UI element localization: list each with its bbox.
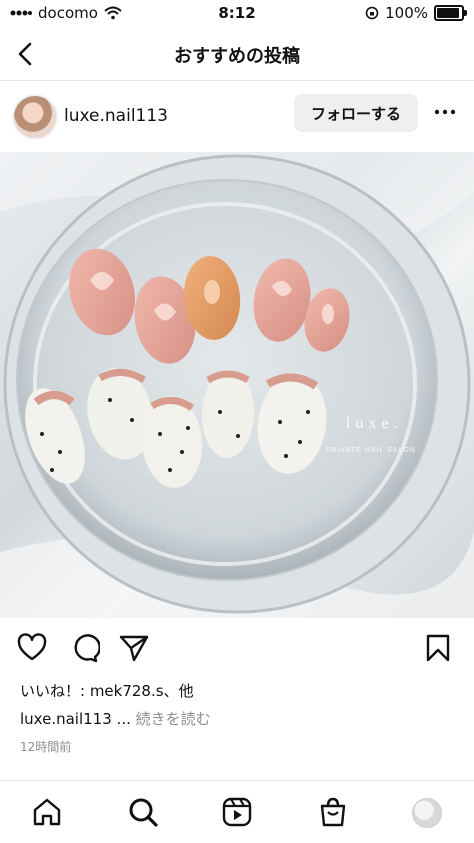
post-actions <box>0 630 474 670</box>
share-button[interactable] <box>118 632 150 664</box>
rotation-lock-icon <box>365 6 379 20</box>
home-icon <box>33 798 61 826</box>
follow-button[interactable]: フォローする <box>294 94 418 132</box>
like-button[interactable] <box>16 632 48 664</box>
likes-text[interactable]: いいね！: mek728.s、他 <box>20 680 194 701</box>
post-photo[interactable]: luxe. PRIVATE NAIL SALON <box>0 152 474 618</box>
send-icon <box>119 635 149 662</box>
bottom-tab-bar <box>0 780 474 843</box>
shop-icon <box>320 797 346 827</box>
ellipsis-icon <box>434 109 456 115</box>
tab-profile[interactable] <box>412 798 446 832</box>
page-title: おすすめの投稿 <box>174 46 300 67</box>
battery-fill <box>437 8 459 18</box>
avatar[interactable] <box>12 94 58 140</box>
caption-ellipsis: ... <box>116 710 131 728</box>
navigation-bar: おすすめの投稿 <box>0 28 474 81</box>
more-options-button[interactable] <box>430 100 460 124</box>
photo-watermark: luxe. <box>346 415 403 432</box>
heart-icon <box>17 633 47 661</box>
tab-home[interactable] <box>30 795 64 829</box>
caption: luxe.nail113 ... 続きを読む <box>20 708 211 729</box>
post-timestamp: 12時間前 <box>20 740 72 754</box>
reels-icon <box>222 797 252 827</box>
nail-photo-illustration: luxe. PRIVATE NAIL SALON <box>0 152 474 618</box>
post-username[interactable]: luxe.nail113 <box>64 106 168 126</box>
post-header: luxe.nail113 フォローする <box>0 88 474 144</box>
tab-shop[interactable] <box>316 795 350 829</box>
comment-button[interactable] <box>68 632 101 664</box>
comment-icon <box>74 634 101 663</box>
status-right: 100% <box>365 4 467 22</box>
battery-icon <box>434 5 467 21</box>
tab-reels[interactable] <box>220 795 254 829</box>
save-button[interactable] <box>422 632 454 664</box>
caption-username[interactable]: luxe.nail113 <box>20 710 112 728</box>
tab-search[interactable] <box>126 795 160 829</box>
search-icon <box>129 798 158 827</box>
photo-watermark-sub: PRIVATE NAIL SALON <box>326 447 416 454</box>
bookmark-icon <box>426 634 450 662</box>
status-bar: docomo 8:12 100% <box>0 0 474 28</box>
read-more-link[interactable]: 続きを読む <box>136 710 211 728</box>
profile-avatar <box>412 798 442 828</box>
battery-percent: 100% <box>385 4 428 22</box>
